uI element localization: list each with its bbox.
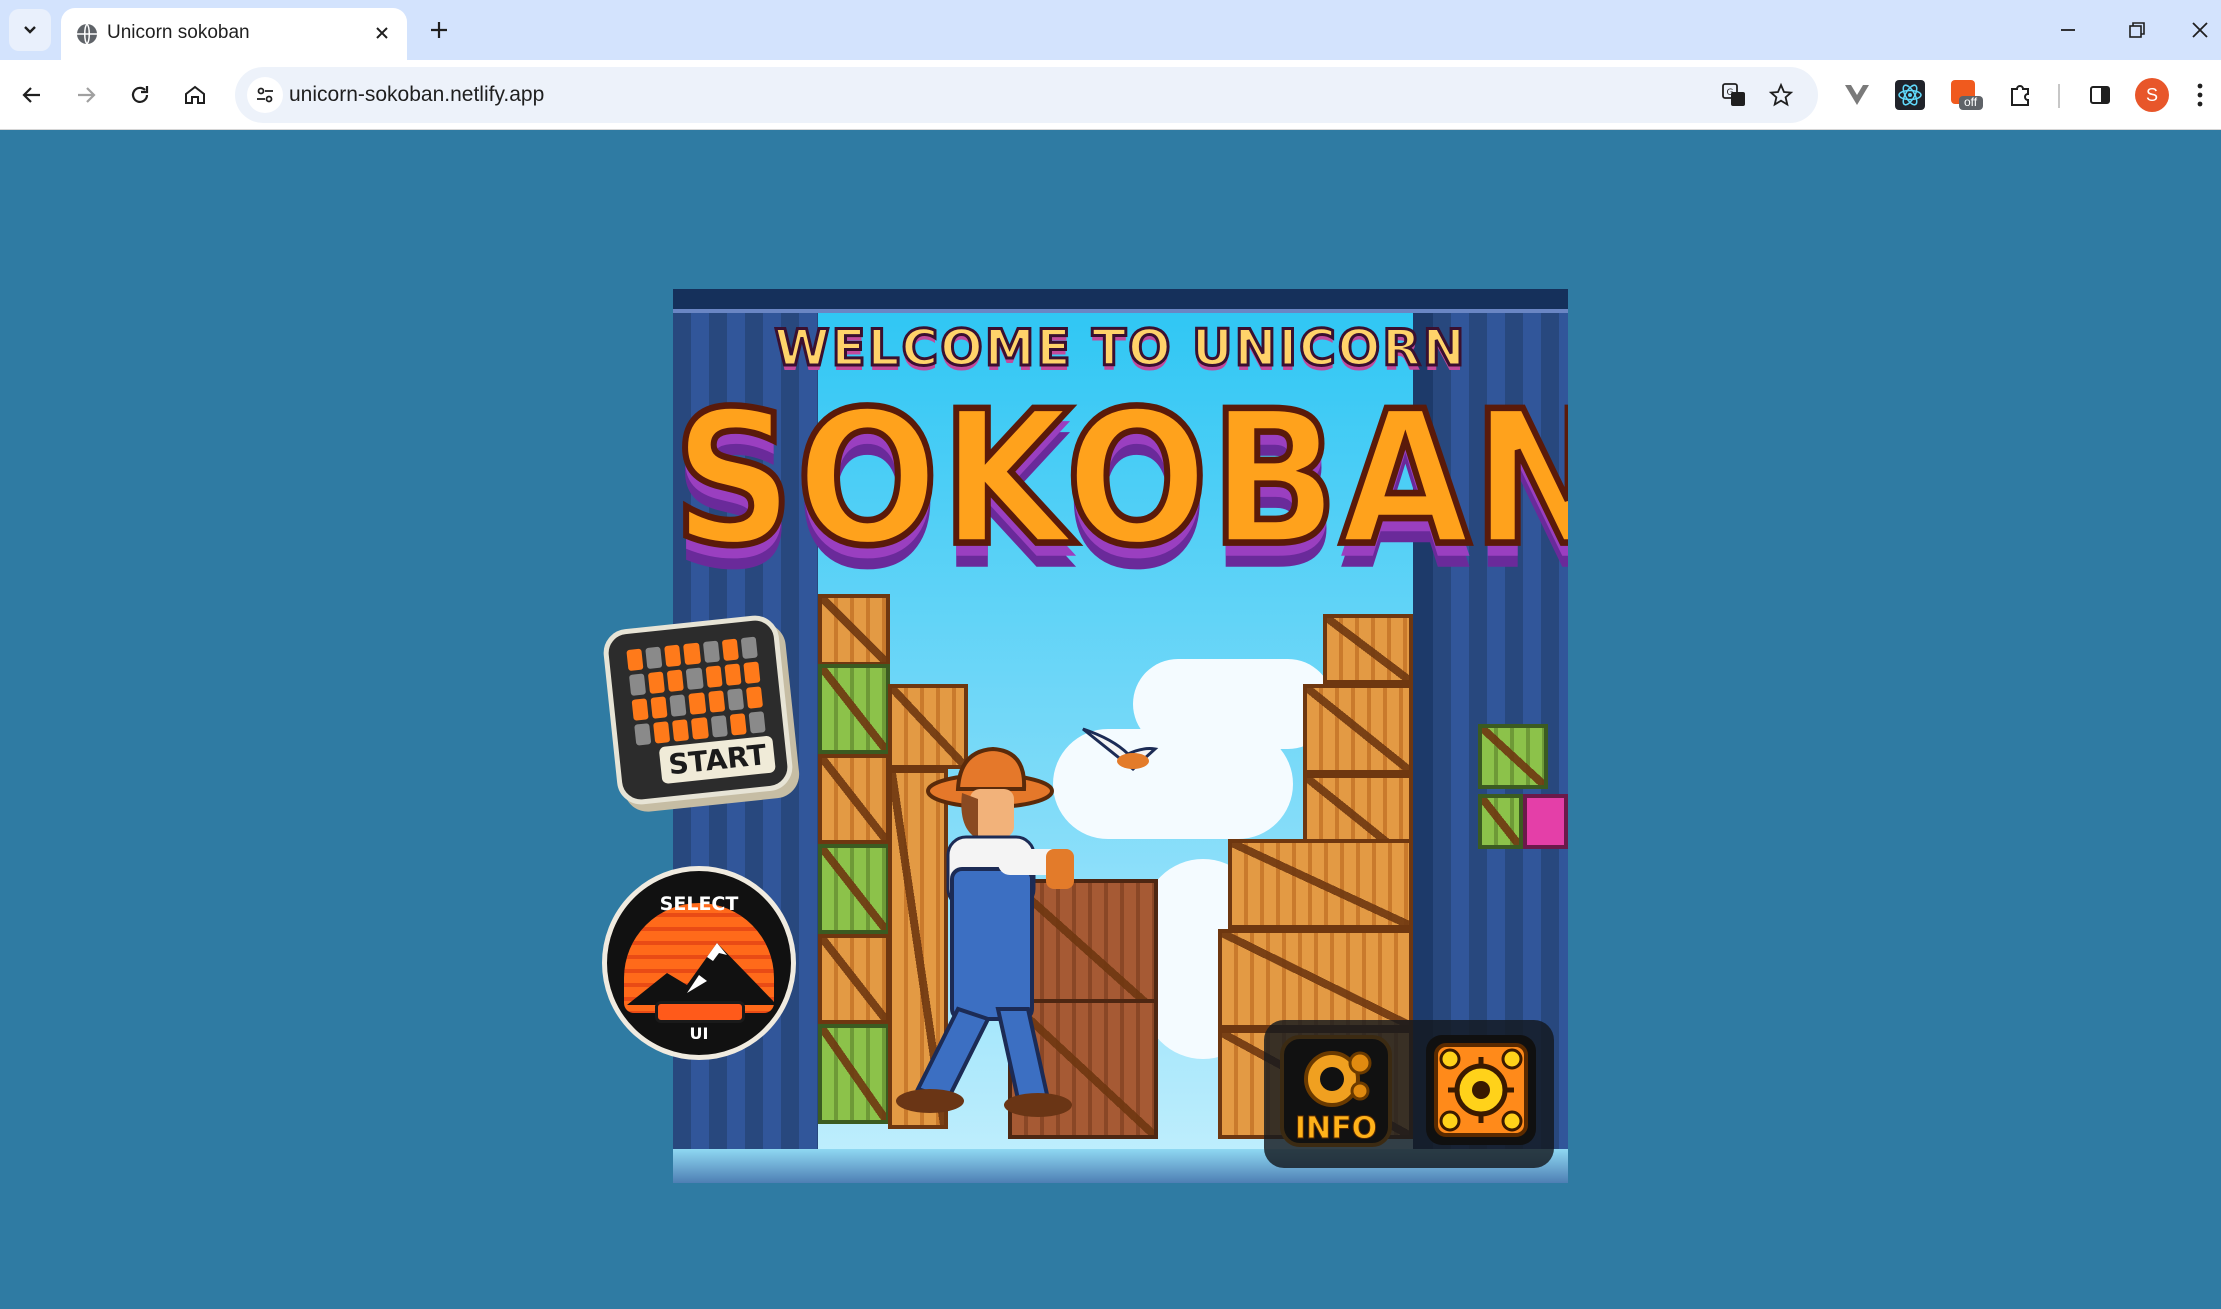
level-bar xyxy=(655,1001,745,1023)
translate-icon: G xyxy=(1722,83,1745,106)
extensions-menu-button[interactable] xyxy=(2001,76,2039,114)
tab-title: Unicorn sokoban xyxy=(107,22,250,43)
close-icon xyxy=(2192,22,2208,38)
profile-avatar[interactable]: S xyxy=(2135,78,2169,112)
home-icon xyxy=(185,85,205,104)
browser-toolbar: unicorn-sokoban.netlify.app G off S xyxy=(0,60,2221,130)
chevron-down-icon xyxy=(24,26,36,34)
url-text[interactable]: unicorn-sokoban.netlify.app xyxy=(289,83,544,107)
close-window-button[interactable] xyxy=(2180,12,2220,48)
side-panel-button[interactable] xyxy=(2081,76,2119,114)
pink-box xyxy=(1523,794,1568,849)
toolbar-separator xyxy=(2058,84,2060,108)
crate xyxy=(1303,684,1413,774)
new-tab-button[interactable] xyxy=(421,12,457,48)
ceiling-beam xyxy=(673,289,1568,313)
start-label: START xyxy=(658,735,777,785)
crate xyxy=(1478,794,1523,849)
extension-badge-text: off xyxy=(1964,95,1978,109)
globe-icon xyxy=(77,23,97,45)
puzzle-grid-icon xyxy=(626,636,766,746)
extension-off-button[interactable]: off xyxy=(1947,76,1985,114)
warehouse-worker xyxy=(896,746,1074,1117)
ui-label: UI xyxy=(689,1024,709,1043)
translate-button[interactable]: G xyxy=(1718,79,1750,111)
crate xyxy=(1228,839,1413,929)
crate xyxy=(1478,724,1548,789)
extension-vue-button[interactable] xyxy=(1838,76,1876,114)
address-bar[interactable]: unicorn-sokoban.netlify.app G xyxy=(235,67,1818,123)
svg-text:G: G xyxy=(1727,88,1734,98)
puzzle-icon xyxy=(2011,85,2029,106)
minimize-button[interactable] xyxy=(2048,12,2088,48)
tab-close-button[interactable] xyxy=(369,20,395,46)
bird xyxy=(1082,727,1159,771)
restore-icon xyxy=(2129,22,2145,38)
tab-strip: Unicorn sokoban xyxy=(0,0,2221,60)
star-icon xyxy=(1768,82,1794,107)
minimize-icon xyxy=(2061,29,2075,31)
tab-search-button[interactable] xyxy=(9,9,51,51)
info-label: INFO xyxy=(1294,1111,1378,1147)
start-button[interactable]: START xyxy=(601,613,795,807)
restore-button[interactable] xyxy=(2117,12,2157,48)
react-icon xyxy=(1895,80,1925,110)
bookmark-button[interactable] xyxy=(1765,79,1797,111)
select-label: SELECT xyxy=(659,893,739,915)
arrow-right-icon xyxy=(78,87,96,103)
browser-menu-button[interactable] xyxy=(2188,76,2212,114)
crate xyxy=(1218,929,1413,1029)
settings-button[interactable] xyxy=(1426,1035,1536,1145)
site-info-button[interactable] xyxy=(247,77,283,113)
close-icon xyxy=(376,27,388,39)
game-title: SOKOBAN xyxy=(673,368,1568,590)
gear-icon xyxy=(1304,1051,1372,1107)
vue-icon xyxy=(1845,85,1869,105)
tab-active[interactable]: Unicorn sokoban xyxy=(61,8,407,60)
plus-icon xyxy=(431,22,447,38)
select-ui-button[interactable]: SELECT UI xyxy=(602,866,796,1060)
home-button[interactable] xyxy=(175,75,215,115)
forward-button[interactable] xyxy=(66,75,106,115)
extension-react-button[interactable] xyxy=(1891,76,1929,114)
crate xyxy=(1323,614,1413,684)
arrow-left-icon xyxy=(22,87,40,103)
settings-gears-icon xyxy=(1434,1043,1528,1137)
back-button[interactable] xyxy=(12,75,52,115)
crate xyxy=(818,594,890,666)
info-button[interactable]: INFO xyxy=(1280,1035,1392,1147)
welcome-heading: WELCOME TO UNICORN xyxy=(773,318,1467,379)
more-vertical-icon xyxy=(2197,83,2203,107)
tune-icon xyxy=(257,87,273,103)
reload-button[interactable] xyxy=(120,75,160,115)
side-panel-icon xyxy=(2090,86,2110,104)
reload-icon xyxy=(131,86,149,103)
